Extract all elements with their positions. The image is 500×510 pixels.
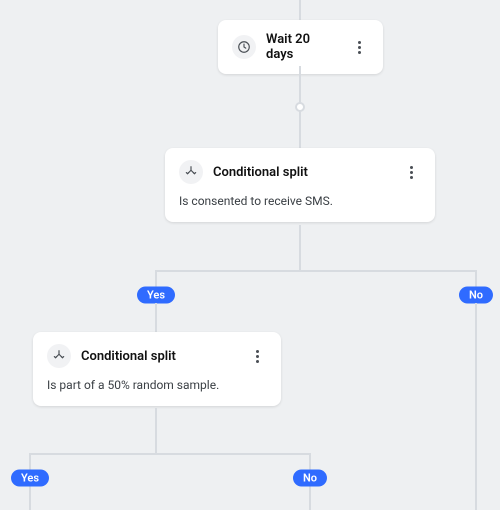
- split-description: Is consented to receive SMS.: [179, 194, 421, 210]
- branch-no-badge: No: [459, 287, 493, 304]
- more-menu-button[interactable]: [349, 41, 369, 54]
- connector: [156, 270, 476, 272]
- wait-title: Wait 20 days: [266, 32, 339, 62]
- split-description: Is part of a 50% random sample.: [47, 378, 267, 394]
- more-icon: [410, 166, 413, 179]
- clock-icon: [232, 35, 256, 59]
- connector: [475, 303, 477, 510]
- split-title: Conditional split: [81, 349, 237, 364]
- branch-yes-badge: Yes: [11, 470, 49, 487]
- connector: [299, 0, 301, 20]
- more-icon: [358, 41, 361, 54]
- branch-yes-badge: Yes: [137, 287, 175, 304]
- connector: [30, 453, 310, 455]
- flow-canvas: Wait 20 days Conditional split: [0, 0, 500, 510]
- split-icon: [47, 344, 71, 368]
- more-menu-button[interactable]: [247, 350, 267, 363]
- split-icon: [179, 160, 203, 184]
- conditional-split-node[interactable]: Conditional split Is part of a 50% rando…: [33, 332, 281, 406]
- split-title: Conditional split: [213, 165, 391, 180]
- connector-dot: [295, 102, 305, 112]
- conditional-split-node[interactable]: Conditional split Is consented to receiv…: [165, 148, 435, 222]
- connector: [155, 303, 157, 332]
- more-icon: [256, 350, 259, 363]
- branch-no-badge: No: [293, 470, 327, 487]
- connector: [299, 225, 301, 270]
- connector: [155, 408, 157, 453]
- more-menu-button[interactable]: [401, 166, 421, 179]
